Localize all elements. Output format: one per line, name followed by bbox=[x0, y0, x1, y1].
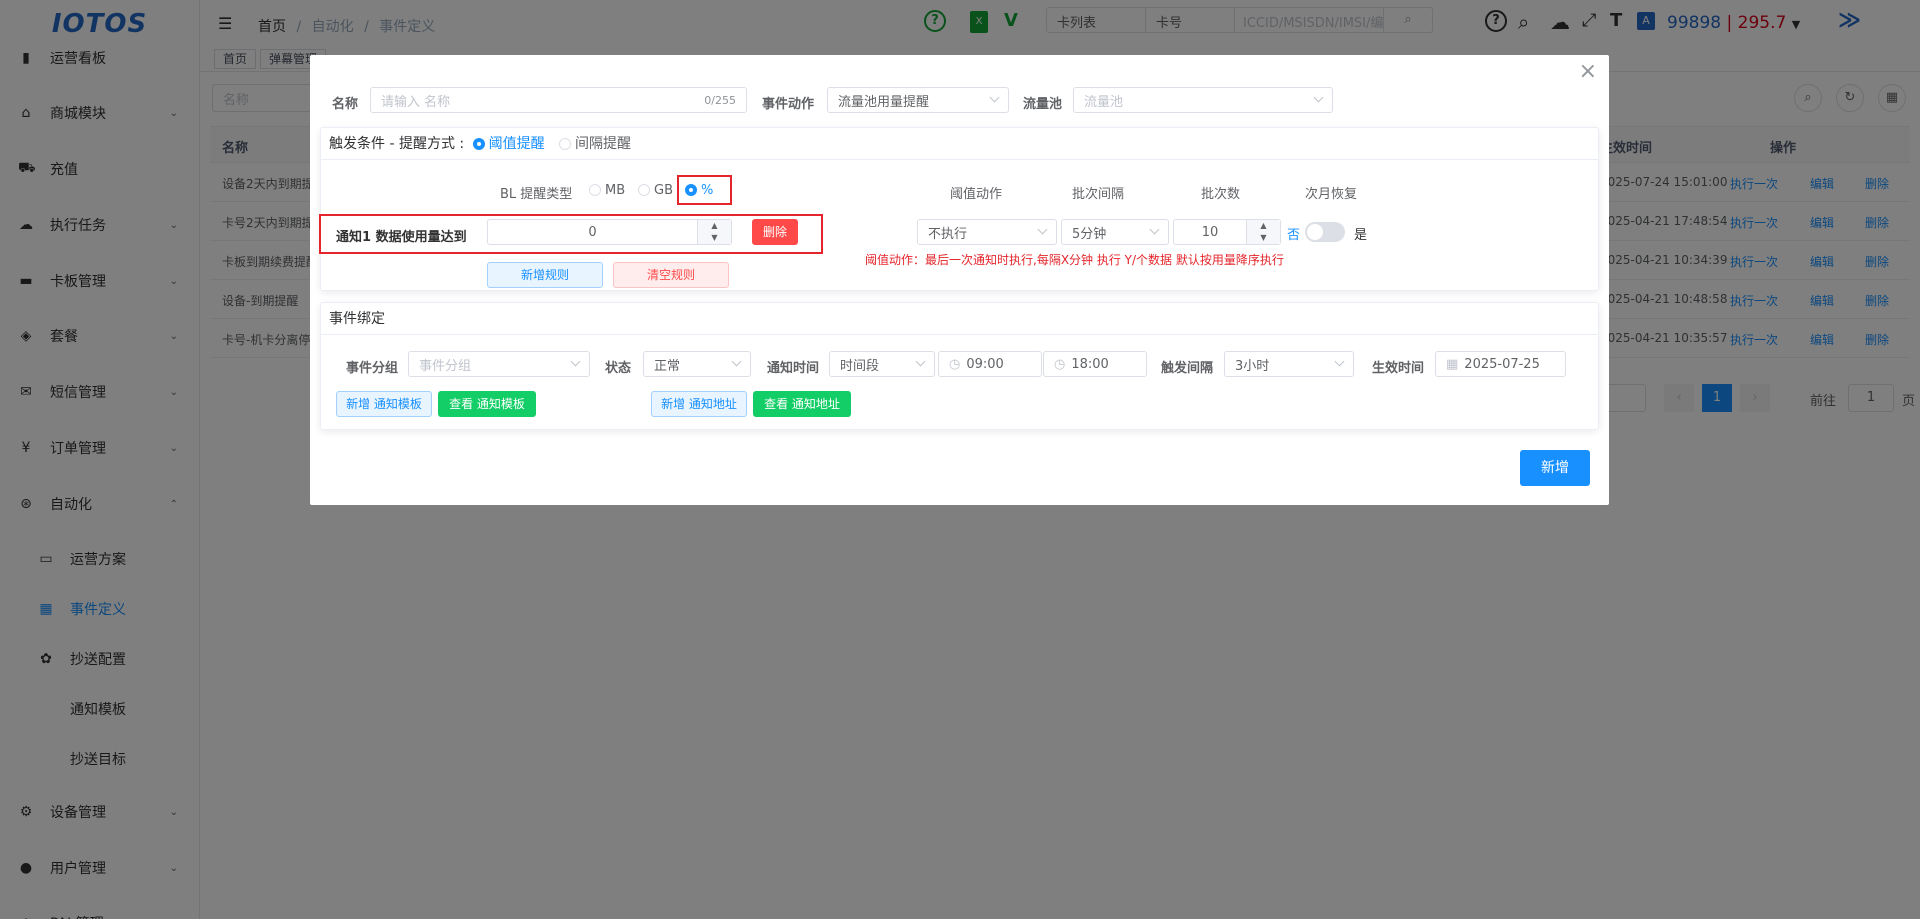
view-template-button[interactable]: 查看 通知模板 bbox=[438, 391, 536, 417]
switch-yes-label: 是 bbox=[1354, 228, 1368, 243]
clock-icon: ◷ bbox=[949, 356, 961, 372]
chevron-down-icon bbox=[1334, 356, 1345, 367]
name-label: 名称 bbox=[332, 97, 359, 112]
trigger-panel: 触发条件 - 提醒方式 : 阈值提醒 间隔提醒 BL 提醒类型 MB GB % … bbox=[319, 127, 1599, 291]
clear-rule-button[interactable]: 清空规则 bbox=[613, 262, 729, 288]
col-next-label: 次月恢复 bbox=[1305, 187, 1358, 202]
add-address-button[interactable]: 新增 通知地址 bbox=[651, 391, 747, 417]
stepper-arrows-icon[interactable]: ▲ ▼ bbox=[1246, 220, 1280, 244]
group-label: 事件分组 bbox=[346, 361, 399, 376]
action-select[interactable]: 流量池用量提醒 bbox=[827, 87, 1009, 113]
chevron-down-icon bbox=[915, 356, 926, 367]
highlight-pct-box bbox=[677, 175, 732, 205]
trigger-interval-select[interactable]: 3小时 bbox=[1224, 351, 1354, 377]
trigger-title: 触发条件 - 提醒方式 : bbox=[329, 136, 465, 152]
effective-label: 生效时间 bbox=[1372, 361, 1425, 376]
chevron-down-icon bbox=[731, 356, 742, 367]
group-select[interactable]: 事件分组 bbox=[408, 351, 590, 377]
add-rule-button[interactable]: 新增规则 bbox=[487, 262, 603, 288]
batch-interval-select[interactable]: 5分钟 bbox=[1061, 219, 1169, 245]
time-end-picker[interactable]: ◷ 18:00 bbox=[1043, 351, 1147, 377]
effective-date-picker[interactable]: ▦ 2025-07-25 bbox=[1435, 351, 1566, 377]
pool-label: 流量池 bbox=[1023, 97, 1063, 112]
col-action-label: 阈值动作 bbox=[950, 187, 1003, 202]
trigger-header: 触发条件 - 提醒方式 : 阈值提醒 间隔提醒 bbox=[321, 128, 1598, 160]
col-interval-label: 批次间隔 bbox=[1072, 187, 1125, 202]
close-icon[interactable]: × bbox=[1579, 59, 1597, 84]
name-input[interactable]: 请输入 名称 0/255 bbox=[370, 87, 747, 113]
binding-panel: 事件绑定 事件分组 事件分组 状态 正常 通知时间 时间段 ◷ 09:00 ◷ 18… bbox=[320, 302, 1599, 430]
calendar-icon: ▦ bbox=[1446, 356, 1459, 372]
time-start-picker[interactable]: ◷ 09:00 bbox=[938, 351, 1042, 377]
notify-value-stepper[interactable]: 0 ▲ ▼ bbox=[487, 219, 732, 245]
chevron-down-icon bbox=[989, 92, 1000, 103]
name-count: 0/255 bbox=[704, 93, 736, 107]
delete-rule-button[interactable]: 删除 bbox=[752, 219, 798, 245]
notify-label: 通知1 数据使用量达到 bbox=[336, 230, 467, 245]
action-label: 事件动作 bbox=[762, 97, 815, 112]
add-template-button[interactable]: 新增 通知模板 bbox=[336, 391, 432, 417]
name-placeholder: 请输入 名称 bbox=[381, 94, 451, 110]
col-count-label: 批次数 bbox=[1201, 187, 1241, 202]
binding-header: 事件绑定 bbox=[321, 303, 1598, 335]
view-address-button[interactable]: 查看 通知地址 bbox=[753, 391, 851, 417]
period-select[interactable]: 时间段 bbox=[829, 351, 935, 377]
mode-threshold-radio[interactable]: 阈值提醒 bbox=[472, 136, 545, 152]
threshold-action-select[interactable]: 不执行 bbox=[917, 219, 1057, 245]
event-dialog: × 名称 请输入 名称 0/255 事件动作 流量池用量提醒 流量池 流量池 触… bbox=[310, 55, 1609, 505]
status-label: 状态 bbox=[605, 361, 632, 376]
chevron-down-icon bbox=[570, 356, 581, 367]
chevron-down-icon bbox=[1149, 224, 1160, 235]
unit-gb-radio[interactable]: GB bbox=[638, 183, 673, 198]
chevron-down-icon bbox=[1313, 92, 1324, 103]
stepper-arrows-icon[interactable]: ▲ ▼ bbox=[697, 220, 731, 244]
submit-button[interactable]: 新增 bbox=[1520, 450, 1590, 486]
status-select[interactable]: 正常 bbox=[643, 351, 751, 377]
notify-time-label: 通知时间 bbox=[767, 361, 820, 376]
clock-icon: ◷ bbox=[1054, 356, 1066, 372]
unit-mb-radio[interactable]: MB bbox=[589, 183, 625, 198]
chevron-down-icon bbox=[1037, 224, 1048, 235]
pool-select[interactable]: 流量池 bbox=[1073, 87, 1333, 113]
next-month-switch[interactable] bbox=[1305, 222, 1345, 242]
bl-type-label: BL 提醒类型 bbox=[500, 187, 573, 202]
batch-count-stepper[interactable]: 10 ▲ ▼ bbox=[1173, 219, 1281, 245]
switch-no-label: 否 bbox=[1287, 228, 1301, 243]
mode-interval-radio[interactable]: 间隔提醒 bbox=[559, 136, 631, 152]
threshold-hint: 阈值动作：最后一次通知时执行,每隔X分钟 执行 Y/个数据 默认按用量降序执行 bbox=[865, 253, 1284, 267]
trigger-interval-label: 触发间隔 bbox=[1161, 361, 1214, 376]
